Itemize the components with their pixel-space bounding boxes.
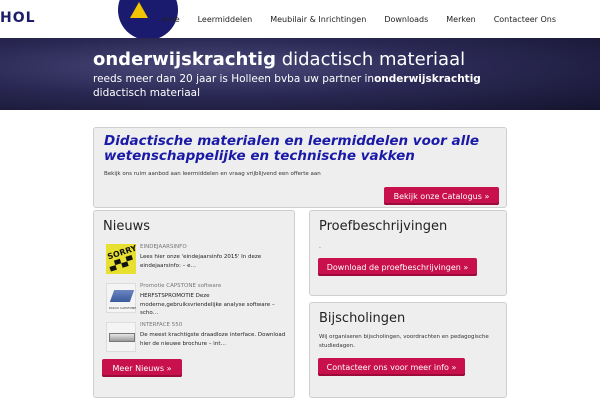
main-menu: ome Leermiddelen Meubilair & Inrichtinge… <box>162 0 574 38</box>
hero-title-bold: onderwijskrachtig <box>93 49 276 70</box>
catalogus-button[interactable]: Bekijk onze Catalogus » <box>384 187 499 205</box>
intro-text: Bekijk ons ruim aanbod aan leermiddelen … <box>104 171 321 177</box>
catalogus-panel: Didactische materialen en leermiddelen v… <box>93 127 507 208</box>
hero-banner: onderwijskrachtig didactisch materiaal r… <box>0 38 600 110</box>
news-panel: Nieuws SORRY ▄▀▄▀ EINDEJAARSINFO Lees hi… <box>93 210 295 398</box>
meer-nieuws-button[interactable]: Meer Nieuws » <box>102 359 182 377</box>
download-proef-button[interactable]: Download de proefbeschrijvingen » <box>318 258 477 276</box>
nav-meubilair[interactable]: Meubilair & Inrichtingen <box>270 15 366 24</box>
hero-subtitle-start: reeds meer dan 20 jaar is Holleen bvba u… <box>93 73 375 85</box>
hero-subtitle: reeds meer dan 20 jaar is Holleen bvba u… <box>93 72 503 100</box>
hero-subtitle-bold: onderwijskrachtig <box>374 73 481 85</box>
nav-merken[interactable]: Merken <box>446 15 475 24</box>
sorry-sign-icon: SORRY ▄▀▄▀ <box>106 244 136 274</box>
intro-heading: Didactische materialen en leermiddelen v… <box>104 133 480 164</box>
news-item-text: HERFSTSPROMOTIE Deze moderne,gebruiksvri… <box>140 293 275 316</box>
news-item-text: De meest krachtigste draadloze interface… <box>140 332 286 347</box>
interface-device-icon <box>106 322 136 352</box>
news-item-category[interactable]: INTERFACE 550 <box>140 322 182 328</box>
hero-title: onderwijskrachtig didactisch materiaal <box>93 49 465 70</box>
proef-title: Proefbeschrijvingen <box>319 219 448 234</box>
nav-leermiddelen[interactable]: Leermiddelen <box>198 15 253 24</box>
nav-contacteer-ons[interactable]: Contacteer Ons <box>494 15 556 24</box>
bijs-text: Wij organiseren bijscholingen, voordrach… <box>319 334 489 349</box>
holleen-logo[interactable]: HOLLEEN <box>0 0 178 40</box>
proef-text: . <box>319 243 321 250</box>
hero-subtitle-end: didactisch materiaal <box>93 87 200 99</box>
logo-text-left: HOL <box>0 10 36 26</box>
software-box-icon: PASCO CAPSTONE <box>106 283 136 313</box>
box-shape <box>109 290 135 302</box>
thumb-text: PASCO CAPSTONE <box>109 306 137 310</box>
news-item-text: Lees hier onze 'eindejaarsinfo 2015' In … <box>140 254 262 269</box>
hero-title-rest: didactisch materiaal <box>275 49 466 70</box>
logo-text: HOLLEEN <box>0 10 79 26</box>
proefbeschrijvingen-panel: Proefbeschrijvingen . Download de proefb… <box>309 210 507 296</box>
bijscholingen-panel: Bijscholingen Wij organiseren bijscholin… <box>309 302 507 398</box>
device-shape <box>109 333 135 342</box>
news-item-category[interactable]: EINDEJAARSINFO <box>140 244 187 250</box>
contacteer-info-button[interactable]: Contacteer ons voor meer info » <box>318 358 465 376</box>
logo-text-right: LEEN <box>35 10 80 26</box>
bijs-title: Bijscholingen <box>319 311 406 326</box>
news-item-category[interactable]: Promotie CAPSTONE software <box>140 283 221 289</box>
nav-home[interactable]: ome <box>162 15 180 24</box>
news-title: Nieuws <box>103 219 150 234</box>
top-navigation-bar: HOLLEEN ome Leermiddelen Meubilair & Inr… <box>0 0 600 40</box>
logo-triangle-icon <box>130 2 148 18</box>
nav-downloads[interactable]: Downloads <box>384 15 428 24</box>
